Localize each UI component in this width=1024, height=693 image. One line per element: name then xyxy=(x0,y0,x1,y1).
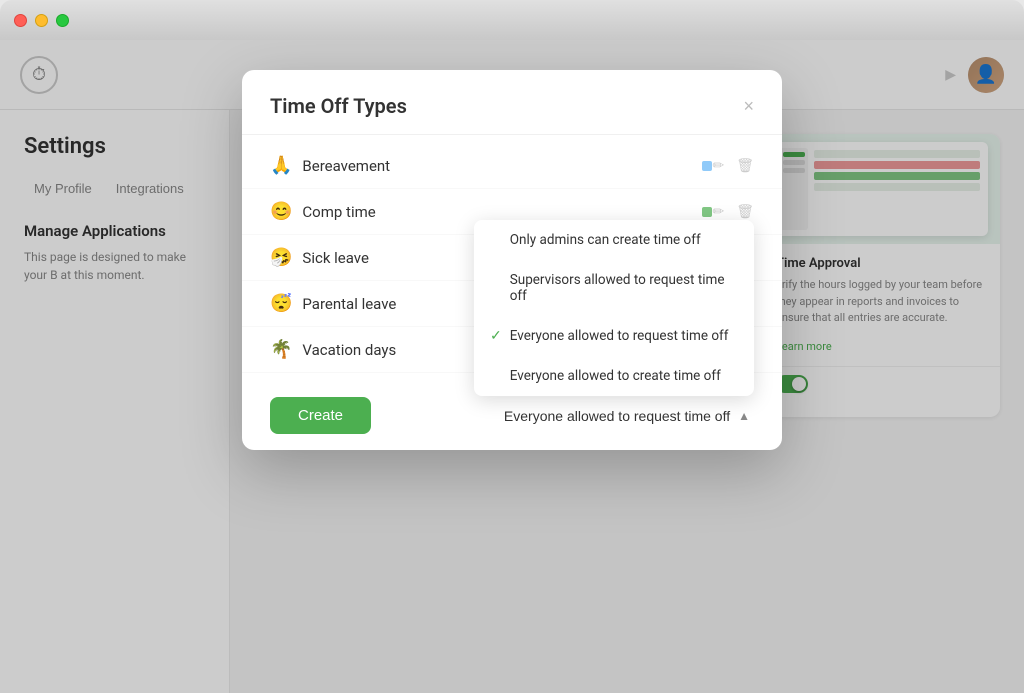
dropdown-item-admins[interactable]: ✓ Only admins can create time off xyxy=(474,220,754,260)
modal-overlay[interactable]: Time Off Types × 🙏 Bereavement ✏ 🗑 😊 xyxy=(0,40,1024,693)
dropdown-item-supervisors[interactable]: ✓ Supervisors allowed to request time of… xyxy=(474,260,754,316)
comp-delete-button[interactable]: 🗑 xyxy=(736,203,754,220)
bereavement-color-dot xyxy=(702,161,712,171)
time-off-item-bereavement: 🙏 Bereavement ✏ 🗑 xyxy=(242,143,782,189)
modal-header: Time Off Types × xyxy=(242,70,782,135)
dropdown-label-everyone-request: Everyone allowed to request time off xyxy=(510,328,729,344)
create-button[interactable]: Create xyxy=(270,397,371,434)
dropdown-trigger[interactable]: Everyone allowed to request time off ▲ xyxy=(500,400,754,432)
sick-emoji: 🤧 xyxy=(270,247,292,268)
chevron-up-icon: ▲ xyxy=(738,409,750,423)
dropdown-label-everyone-create: Everyone allowed to create time off xyxy=(510,368,721,384)
dropdown-label-supervisors: Supervisors allowed to request time off xyxy=(510,272,738,304)
comp-emoji: 😊 xyxy=(270,201,292,222)
app-container: ⏱ ▶ 👤 Settings My Profile Integrations M… xyxy=(0,40,1024,693)
modal-title: Time Off Types xyxy=(270,94,407,118)
bereavement-name: Bereavement xyxy=(302,157,696,175)
window-chrome xyxy=(0,0,1024,40)
modal-close-button[interactable]: × xyxy=(743,97,754,115)
dropdown-container: ✓ Only admins can create time off ✓ Supe… xyxy=(500,400,754,432)
comp-color-dot xyxy=(702,207,712,217)
check-everyone-request: ✓ xyxy=(490,328,502,344)
traffic-light-yellow[interactable] xyxy=(35,14,48,27)
dropdown-menu: ✓ Only admins can create time off ✓ Supe… xyxy=(474,220,754,396)
comp-name: Comp time xyxy=(302,203,696,221)
bereavement-edit-button[interactable]: ✏ xyxy=(712,157,724,174)
parental-emoji: 😴 xyxy=(270,293,292,314)
dropdown-selected-label: Everyone allowed to request time off xyxy=(504,408,730,424)
comp-edit-button[interactable]: ✏ xyxy=(712,203,724,220)
dropdown-item-everyone-request[interactable]: ✓ Everyone allowed to request time off xyxy=(474,316,754,356)
bereavement-actions: ✏ 🗑 xyxy=(712,157,754,174)
dropdown-label-admins: Only admins can create time off xyxy=(510,232,701,248)
traffic-light-green[interactable] xyxy=(56,14,69,27)
traffic-light-red[interactable] xyxy=(14,14,27,27)
vacation-emoji: 🌴 xyxy=(270,339,292,360)
dropdown-item-everyone-create[interactable]: ✓ Everyone allowed to create time off xyxy=(474,356,754,396)
comp-actions: ✏ 🗑 xyxy=(712,203,754,220)
modal-footer: Create ✓ Only admins can create time off… xyxy=(242,381,782,450)
bereavement-emoji: 🙏 xyxy=(270,155,292,176)
bereavement-delete-button[interactable]: 🗑 xyxy=(736,157,754,174)
time-off-modal: Time Off Types × 🙏 Bereavement ✏ 🗑 😊 xyxy=(242,70,782,450)
